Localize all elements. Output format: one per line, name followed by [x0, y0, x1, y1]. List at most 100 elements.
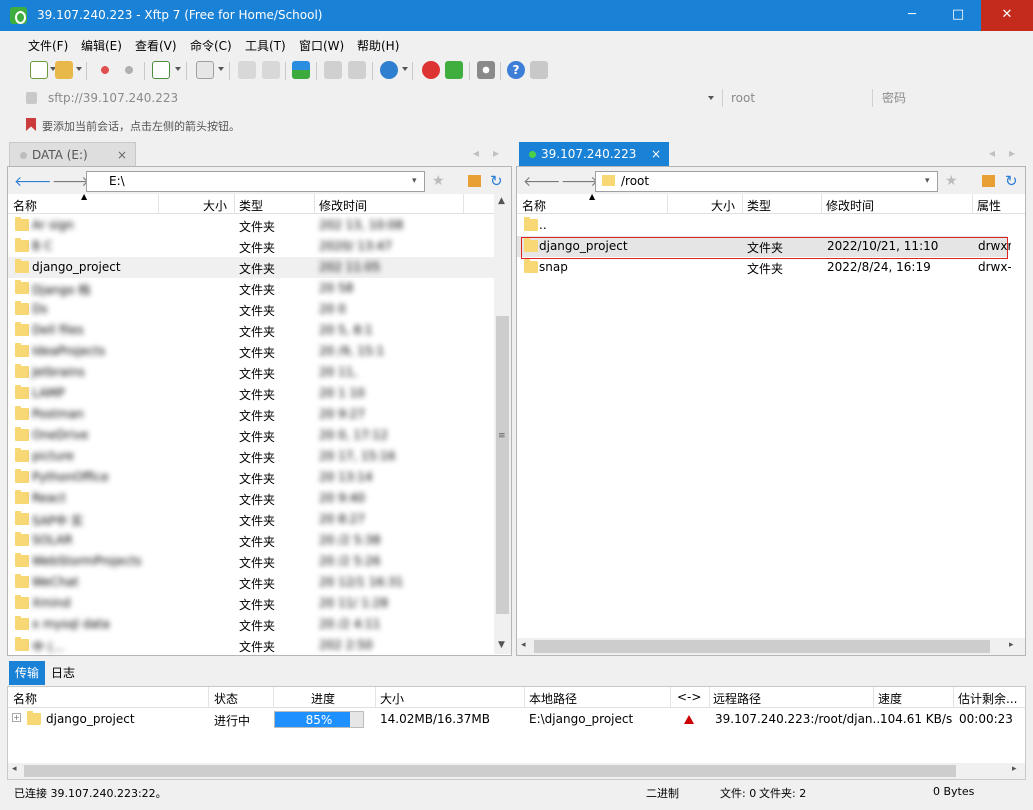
local-file-row[interactable]: Ds 文件夹 20 0 — [8, 299, 494, 320]
col-attributes[interactable]: 属性 — [977, 197, 1001, 214]
transfer-mode-icon[interactable] — [196, 61, 214, 79]
chat-icon[interactable] — [530, 61, 548, 79]
remote-path-input[interactable]: /root — [595, 171, 938, 192]
globe-icon[interactable] — [380, 61, 398, 79]
menu-window[interactable]: 窗口(W) — [299, 37, 344, 54]
transfer-row[interactable]: + django_project 进行中 85% 14.02MB/16.37MB… — [8, 709, 1025, 730]
next-tab-icon[interactable]: ▸ — [1009, 146, 1015, 160]
find-icon[interactable] — [348, 61, 366, 79]
refresh-icon[interactable]: ↻ — [490, 172, 503, 190]
new-session-icon[interactable] — [30, 61, 48, 79]
local-file-row[interactable]: 中 (... 文件夹 202 2:50 — [8, 635, 494, 656]
local-file-row[interactable]: OneDrive 文件夹 20 0, 17:12 — [8, 425, 494, 446]
local-file-row[interactable]: IdeaProjects 文件夹 20 /9, 15:1 — [8, 341, 494, 362]
local-path-input[interactable]: E:\ — [86, 171, 425, 192]
local-file-row[interactable]: x mysql data 文件夹 20 /2 4:11 — [8, 614, 494, 635]
local-vscrollbar[interactable]: ▲ ≡ ▼ — [494, 194, 511, 654]
col-modified[interactable]: 修改时间 — [826, 197, 874, 214]
col-size[interactable]: 大小 — [711, 197, 735, 214]
local-file-row[interactable]: picture 文件夹 20 17, 15:16 — [8, 446, 494, 467]
minimize-button[interactable]: ─ — [889, 0, 935, 31]
menu-view[interactable]: 查看(V) — [135, 37, 177, 54]
path-dropdown-icon[interactable]: ▾ — [925, 176, 930, 186]
remote-hscrollbar[interactable]: ◂ ▸ — [517, 638, 1025, 655]
path-dropdown-icon[interactable]: ▾ — [412, 176, 417, 186]
next-tab-icon[interactable]: ▸ — [493, 146, 499, 160]
xftp-icon[interactable] — [445, 61, 463, 79]
close-tab-icon[interactable]: × — [117, 143, 127, 167]
expand-icon[interactable]: + — [12, 713, 21, 722]
tab-remote-session[interactable]: 39.107.240.223 × — [519, 142, 669, 166]
col-type[interactable]: 类型 — [239, 197, 263, 214]
help-icon[interactable]: ? — [507, 61, 525, 79]
col-size[interactable]: 大小 — [380, 690, 404, 707]
maximize-button[interactable]: □ — [935, 0, 981, 31]
local-file-row[interactable]: LAMP 文件夹 20 1 10 — [8, 383, 494, 404]
password-input[interactable]: 密码 — [882, 89, 1022, 108]
remote-file-row[interactable]: .. — [517, 215, 1007, 236]
prev-tab-icon[interactable]: ◂ — [473, 146, 479, 160]
reconnect-icon[interactable] — [120, 61, 138, 79]
local-file-row[interactable]: Jetbrains 文件夹 20 11, — [8, 362, 494, 383]
back-icon[interactable]: 🡐 — [14, 173, 52, 190]
paste-icon[interactable] — [262, 61, 280, 79]
tab-local-drive[interactable]: DATA (E:) × — [9, 142, 136, 166]
tab-log[interactable]: 日志 — [51, 661, 81, 685]
forward-icon[interactable]: 🡒 — [561, 173, 599, 190]
tab-transfers[interactable]: 传输 — [9, 661, 45, 685]
local-file-row[interactable]: Postman 文件夹 20 9:27 — [8, 404, 494, 425]
transfer-hscrollbar[interactable]: ◂ ▸ — [8, 763, 1025, 779]
home-icon[interactable] — [982, 175, 995, 187]
local-file-row[interactable]: Dell files 文件夹 20 5, 8:1 — [8, 320, 494, 341]
local-file-row[interactable]: Xmind 文件夹 20 11/ 1:28 — [8, 593, 494, 614]
local-file-row[interactable]: Ar sign 文件夹 202 13, 10:08 — [8, 215, 494, 236]
new-tab-icon[interactable] — [152, 61, 170, 79]
col-eta[interactable]: 估计剩余... — [958, 690, 1017, 707]
menu-help[interactable]: 帮助(H) — [357, 37, 399, 54]
col-progress[interactable]: 进度 — [311, 690, 335, 707]
col-name[interactable]: 名称 — [13, 197, 37, 214]
menu-tools[interactable]: 工具(T) — [245, 37, 286, 54]
local-file-row[interactable]: WeChat 文件夹 20 12/1 16:31 — [8, 572, 494, 593]
bookmark-icon[interactable] — [26, 118, 36, 131]
col-name[interactable]: 名称 — [13, 690, 37, 707]
local-file-row[interactable]: React 文件夹 20 9:40 — [8, 488, 494, 509]
open-folder-icon[interactable] — [55, 61, 73, 79]
col-speed[interactable]: 速度 — [878, 690, 902, 707]
properties-icon[interactable] — [324, 61, 342, 79]
back-icon[interactable]: 🡐 — [523, 173, 561, 190]
col-direction[interactable]: <-> — [677, 690, 701, 704]
favorite-star-icon[interactable]: ★ — [432, 173, 445, 189]
gear-icon[interactable] — [477, 61, 495, 79]
col-modified[interactable]: 修改时间 — [319, 197, 367, 214]
close-button[interactable]: ✕ — [981, 0, 1033, 31]
menu-file[interactable]: 文件(F) — [28, 37, 68, 54]
copy-icon[interactable] — [238, 61, 256, 79]
host-dropdown-icon[interactable] — [708, 96, 714, 100]
remote-file-row[interactable]: snap 文件夹 2022/8/24, 16:19 drwx----- — [517, 257, 1011, 278]
local-file-row[interactable]: PythonOffice 文件夹 20 13:14 — [8, 467, 494, 488]
col-type[interactable]: 类型 — [747, 197, 771, 214]
favorite-star-icon[interactable]: ★ — [945, 173, 958, 189]
col-size[interactable]: 大小 — [203, 197, 227, 214]
refresh-icon[interactable]: ↻ — [1005, 172, 1018, 190]
sync-icon[interactable] — [292, 61, 310, 79]
local-file-row[interactable]: Django 档 文件夹 20 58 — [8, 278, 494, 299]
menu-edit[interactable]: 编辑(E) — [81, 37, 122, 54]
home-icon[interactable] — [468, 175, 481, 187]
close-tab-icon[interactable]: × — [651, 142, 661, 166]
menu-command[interactable]: 命令(C) — [190, 37, 232, 54]
host-input[interactable]: sftp://39.107.240.223 — [48, 89, 718, 108]
username-input[interactable]: root — [731, 89, 871, 108]
disconnect-icon[interactable] — [96, 61, 114, 79]
xshell-icon[interactable] — [422, 61, 440, 79]
col-status[interactable]: 状态 — [214, 690, 238, 707]
forward-icon[interactable]: 🡒 — [52, 173, 90, 190]
local-file-row[interactable]: SOLAR 文件夹 20 /2 5:38 — [8, 530, 494, 551]
local-file-row[interactable]: B C 文件夹 2020/ 13:47 — [8, 236, 494, 257]
col-remote-path[interactable]: 远程路径 — [713, 690, 761, 707]
local-file-row[interactable]: SAP中 实 文件夹 20 8:27 — [8, 509, 494, 530]
local-file-row[interactable]: WebStormProjects 文件夹 20 /2 5:26 — [8, 551, 494, 572]
prev-tab-icon[interactable]: ◂ — [989, 146, 995, 160]
local-file-row[interactable]: django_project 文件夹 202 11:05 — [8, 257, 494, 278]
